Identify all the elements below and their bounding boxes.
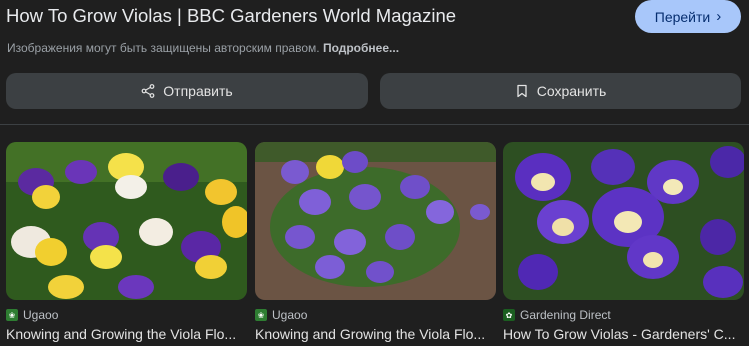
save-label: Сохранить bbox=[536, 83, 607, 99]
share-button[interactable]: Отправить bbox=[6, 73, 368, 109]
copyright-notice: Изображения могут быть защищены авторски… bbox=[7, 41, 399, 55]
source-name: Ugaoo bbox=[23, 308, 59, 322]
related-image-card[interactable]: ❀ Ugaoo Knowing and Growing the Viola Fl… bbox=[255, 142, 496, 342]
source-name: Ugaoo bbox=[272, 308, 308, 322]
image-source: ❀ Ugaoo bbox=[6, 308, 247, 322]
image-caption[interactable]: Knowing and Growing the Viola Flo... bbox=[255, 326, 496, 342]
ugaoo-favicon-icon: ❀ bbox=[6, 309, 18, 321]
bookmark-icon bbox=[517, 84, 527, 98]
viola-thumbnail-3[interactable] bbox=[503, 142, 744, 300]
share-label: Отправить bbox=[163, 83, 233, 99]
save-button[interactable]: Сохранить bbox=[380, 73, 741, 109]
related-image-card[interactable]: ❀ Ugaoo Knowing and Growing the Viola Fl… bbox=[6, 142, 247, 342]
viola-thumbnail-1[interactable] bbox=[6, 142, 247, 300]
ugaoo-favicon-icon: ❀ bbox=[255, 309, 267, 321]
viola-thumbnail-2[interactable] bbox=[255, 142, 496, 300]
source-name: Gardening Direct bbox=[520, 308, 611, 322]
image-source: ✿ Gardening Direct bbox=[503, 308, 744, 322]
go-label: Перейти bbox=[654, 8, 711, 25]
chevron-right-icon: › bbox=[716, 8, 722, 25]
divider bbox=[0, 124, 749, 125]
image-title[interactable]: How To Grow Violas | BBC Gardeners World… bbox=[6, 5, 456, 27]
image-caption[interactable]: Knowing and Growing the Viola Flo... bbox=[6, 326, 247, 342]
related-image-card[interactable]: ✿ Gardening Direct How To Grow Violas - … bbox=[503, 142, 744, 342]
share-icon bbox=[141, 84, 155, 98]
notice-text: Изображения могут быть защищены авторски… bbox=[7, 41, 320, 55]
learn-more-link[interactable]: Подробнее... bbox=[323, 41, 399, 55]
image-source: ❀ Ugaoo bbox=[255, 308, 496, 322]
gardening-direct-favicon-icon: ✿ bbox=[503, 309, 515, 321]
go-to-site-button[interactable]: Перейти › bbox=[635, 0, 741, 33]
image-caption[interactable]: How To Grow Violas - Gardeners' C... bbox=[503, 326, 744, 342]
